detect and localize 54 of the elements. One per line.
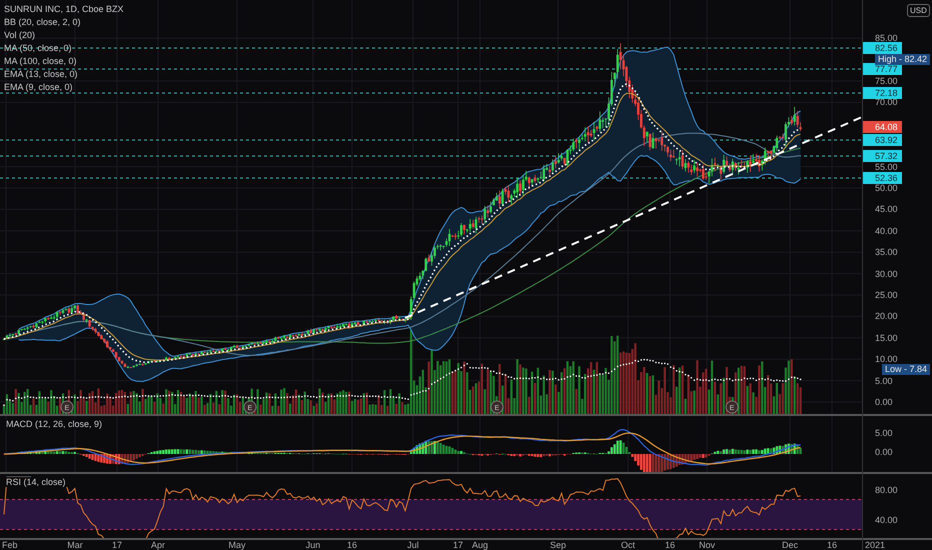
indicator-label[interactable]: MA (100, close, 0) [4, 56, 124, 67]
symbol-title: SUNRUN INC, 1D, Cboe BZX [4, 4, 124, 15]
time-axis-label: Jun [306, 540, 320, 550]
price-tick: 25.00 [875, 290, 898, 300]
indicator-label[interactable]: EMA (13, close, 0) [4, 69, 124, 80]
price-tick: 50.00 [875, 183, 898, 193]
price-tick: 55.00 [875, 162, 898, 172]
time-axis-label: Oct [621, 540, 635, 550]
price-tick: 0.00 [875, 397, 893, 407]
time-axis-label: Mar [67, 540, 83, 550]
time-axis-label: Sep [550, 540, 566, 550]
rsi-label[interactable]: RSI (14, close) [4, 477, 68, 487]
time-axis-label: Feb [2, 540, 18, 550]
low-marker: Low - 7.84 [882, 364, 930, 375]
price-tick: 85.00 [875, 33, 898, 44]
time-axis-label: May [228, 540, 246, 550]
price-level-badge: 52.36 [863, 172, 902, 184]
time-axis-label: 16 [347, 540, 357, 550]
time-axis-label: 17 [453, 540, 463, 550]
macd-label[interactable]: MACD (12, 26, close, 9) [4, 419, 104, 429]
price-tick: 70.00 [875, 97, 898, 108]
time-axis-label: 16 [665, 540, 675, 550]
rsi-tick: 40.00 [875, 515, 898, 525]
price-level-badge: 57.32 [863, 150, 902, 162]
price-tick: 75.00 [875, 76, 898, 86]
indicator-label[interactable]: Vol (20) [4, 30, 124, 41]
high-marker: High - 82.42 [874, 54, 930, 65]
indicator-label[interactable]: EMA (9, close, 0) [4, 82, 124, 93]
price-tick: 40.00 [875, 226, 898, 236]
indicator-label[interactable]: MA (50, close, 0) [4, 43, 124, 54]
price-tick: 15.00 [875, 332, 898, 343]
price-tick: 10.00 [875, 354, 898, 364]
time-axis-label: 17 [112, 540, 122, 550]
time-axis-label: Apr [151, 540, 165, 550]
time-axis-label: Jul [407, 540, 419, 550]
macd-tick: 5.00 [875, 428, 893, 438]
time-axis-label: Aug [472, 540, 488, 550]
price-tick: 20.00 [875, 311, 898, 322]
price-tick: 5.00 [875, 376, 893, 386]
price-level-badge: 72.18 [863, 87, 902, 99]
price-tick: 30.00 [875, 268, 898, 279]
currency-label[interactable]: USD [907, 4, 930, 17]
price-tick: 35.00 [875, 247, 898, 258]
rsi-tick: 80.00 [875, 485, 898, 495]
macd-tick: 0.00 [875, 447, 893, 457]
price-tick: 45.00 [875, 204, 898, 214]
time-axis-label: 2021 [864, 540, 886, 550]
time-axis-label: Dec [782, 540, 798, 550]
price-level-badge: 82.56 [863, 42, 902, 54]
time-axis-label: 16 [827, 540, 837, 550]
indicator-label[interactable]: BB (20, close, 2, 0) [4, 17, 124, 28]
time-axis-label: Nov [699, 540, 715, 550]
last-price-badge: 64.08 [863, 121, 902, 133]
price-level-badge: 63.92 [863, 134, 902, 146]
